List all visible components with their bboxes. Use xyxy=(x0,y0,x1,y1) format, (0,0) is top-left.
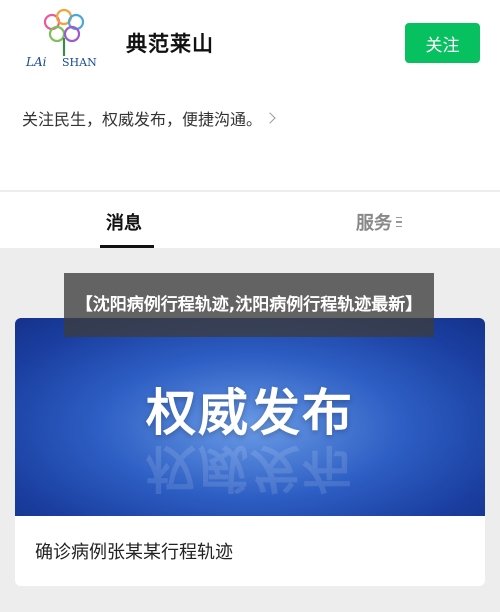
tab-services[interactable]: 服务 xyxy=(356,209,402,235)
article-cover-image: 权威发布 权威发布 xyxy=(15,318,485,516)
account-logo[interactable]: LAi SHAN xyxy=(24,8,104,76)
tab-bar: 消息 服务 xyxy=(0,192,500,248)
caption-text: 【沈阳病例行程轨迹,沈阳病例行程轨迹最新】 xyxy=(75,295,423,315)
flower-logo-icon: LAi SHAN xyxy=(25,8,97,69)
menu-lines-icon xyxy=(396,216,402,228)
account-description: 关注民生，权威发布，便捷沟通。 xyxy=(22,110,263,129)
follow-button[interactable]: 关注 xyxy=(405,23,480,63)
svg-text:LAi: LAi xyxy=(25,55,47,69)
tab-messages[interactable]: 消息 xyxy=(106,209,142,235)
svg-text:SHAN: SHAN xyxy=(62,56,97,69)
chevron-right-icon xyxy=(264,112,276,124)
account-name: 典范莱山 xyxy=(126,32,214,56)
tab-services-label: 服务 xyxy=(356,213,392,234)
banner-reflection: 权威发布 xyxy=(146,439,354,497)
article-card[interactable]: 权威发布 权威发布 确诊病例张某某行程轨迹 xyxy=(15,318,485,586)
account-header: LAi SHAN 典范莱山 关注 关注民生，权威发布，便捷沟通。 xyxy=(0,0,500,190)
caption-overlay: 【沈阳病例行程轨迹,沈阳病例行程轨迹最新】 xyxy=(64,273,434,337)
banner-headline: 权威发布 xyxy=(146,384,354,442)
article-title: 确诊病例张某某行程轨迹 xyxy=(35,542,233,563)
active-tab-indicator xyxy=(100,245,154,248)
account-description-row[interactable]: 关注民生，权威发布，便捷沟通。 xyxy=(22,106,276,130)
